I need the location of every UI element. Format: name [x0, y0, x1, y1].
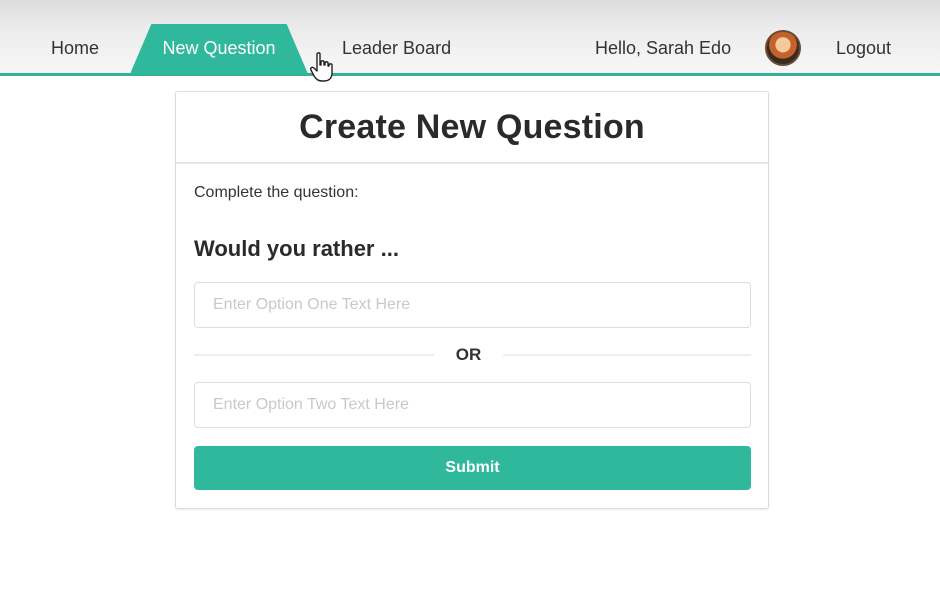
user-avatar — [765, 30, 801, 66]
hand-pointer-icon — [310, 52, 333, 82]
nav-new-question-tab[interactable]: New Question — [130, 24, 308, 74]
logout-link[interactable]: Logout — [836, 38, 891, 59]
nav-new-question-label: New Question — [162, 38, 276, 58]
page-title: Create New Question — [299, 107, 645, 146]
or-separator: OR — [455, 345, 482, 364]
submit-button[interactable]: Submit — [194, 446, 751, 490]
option-one-input[interactable] — [194, 282, 751, 328]
divider-left — [194, 354, 434, 356]
nav-home-link[interactable]: Home — [51, 38, 99, 59]
user-greeting: Hello, Sarah Edo — [595, 38, 732, 58]
form-instruction: Complete the question: — [194, 184, 359, 201]
create-question-card: Create New Question Complete the questio… — [175, 91, 769, 509]
divider-right — [503, 354, 751, 356]
option-two-input[interactable] — [194, 382, 751, 428]
question-prompt: Would you rather ... — [194, 236, 399, 261]
card-header: Create New Question — [176, 92, 768, 164]
nav-leader-board-link[interactable]: Leader Board — [342, 38, 451, 59]
top-navigation-bar: Home New Question Leader Board Hello, Sa… — [0, 0, 940, 76]
